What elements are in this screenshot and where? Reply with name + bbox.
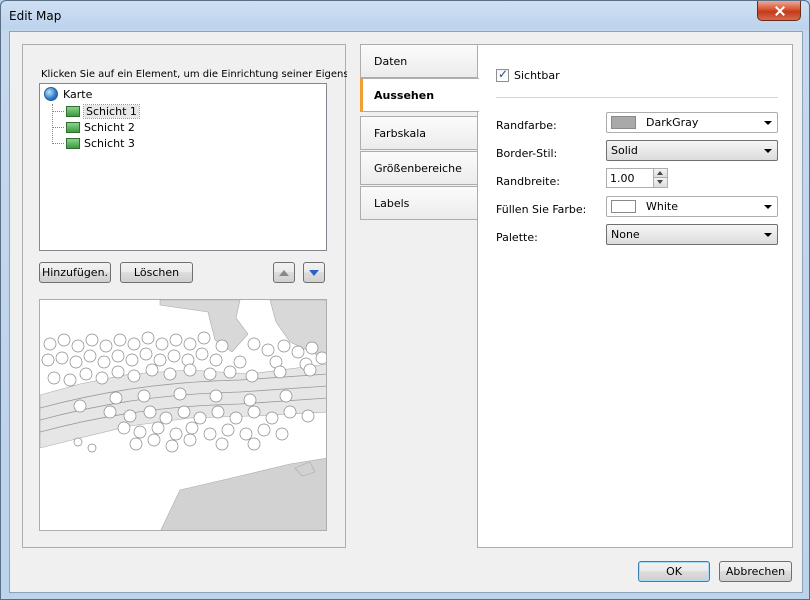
border-width-stepper[interactable]: 1.00: [606, 168, 668, 188]
instruction-text: Klicken Sie auf ein Element, um die Einr…: [41, 69, 347, 80]
cancel-button[interactable]: Abbrechen: [719, 561, 792, 582]
ok-button[interactable]: OK: [638, 561, 710, 582]
tree-item-karte[interactable]: Karte: [44, 86, 92, 102]
add-layer-button[interactable]: Hinzufügen.: [39, 262, 111, 283]
tree-item-schicht-2[interactable]: Schicht 2: [66, 119, 135, 135]
visible-checkbox[interactable]: [496, 67, 509, 82]
tree-connector: [52, 111, 64, 112]
spin-down-icon[interactable]: [653, 178, 667, 187]
globe-icon: [44, 87, 58, 101]
title-bar[interactable]: Edit Map: [1, 1, 809, 31]
color-swatch: [611, 200, 636, 213]
tab-label: Aussehen: [374, 88, 435, 102]
tree-item-schicht-3[interactable]: Schicht 3: [66, 135, 135, 151]
tree-item-label: Schicht 1: [83, 103, 140, 119]
tree-connector: [52, 104, 53, 144]
separator: [496, 97, 778, 98]
tree-item-label: Karte: [63, 87, 93, 101]
border-width-value: 1.00: [610, 172, 635, 185]
arrow-up-icon: [279, 269, 289, 276]
border-color-dropdown[interactable]: DarkGray: [606, 112, 778, 133]
tab-label: Daten: [374, 54, 408, 68]
border-color-value: DarkGray: [646, 116, 699, 129]
tab-label: Labels: [374, 196, 410, 210]
tab-labels[interactable]: Labels: [360, 186, 478, 220]
tab-farbskala[interactable]: Farbskala: [360, 116, 478, 150]
fill-color-label: Füllen Sie Farbe:: [496, 203, 587, 216]
border-style-label: Border-Stil:: [496, 147, 558, 160]
visible-label: Sichtbar: [514, 69, 560, 82]
chevron-down-icon: [764, 205, 772, 209]
tab-label: Farbskala: [374, 126, 427, 140]
arrow-down-icon: [309, 269, 319, 276]
layer-icon: [66, 105, 80, 117]
tab-label: Größenbereiche: [374, 161, 462, 175]
layer-icon: [66, 121, 80, 133]
color-swatch: [611, 116, 636, 129]
move-down-button[interactable]: [303, 262, 325, 283]
move-up-button[interactable]: [273, 262, 295, 283]
window-title: Edit Map: [9, 9, 62, 23]
border-width-label: Randbreite:: [496, 175, 560, 188]
tree-item-schicht-1[interactable]: Schicht 1: [66, 103, 140, 119]
palette-dropdown[interactable]: None: [606, 224, 778, 245]
close-icon[interactable]: [757, 1, 801, 21]
palette-label: Palette:: [496, 231, 538, 244]
layer-icon: [66, 137, 80, 149]
tab-groessenbereiche[interactable]: Größenbereiche: [360, 151, 478, 185]
layer-panel: Klicken Sie auf ein Element, um die Einr…: [22, 44, 347, 548]
delete-layer-button[interactable]: Löschen: [120, 262, 193, 283]
chevron-down-icon: [764, 233, 772, 237]
fill-color-dropdown[interactable]: White: [606, 196, 778, 217]
spin-up-icon[interactable]: [653, 169, 667, 178]
palette-value: None: [611, 228, 640, 241]
map-preview-graphic: [40, 300, 326, 530]
tree-item-label: Schicht 2: [84, 120, 135, 134]
layer-tree[interactable]: Karte Schicht 1 Schicht 2 Schicht 3: [39, 83, 327, 251]
chevron-down-icon: [764, 121, 772, 125]
fill-color-value: White: [646, 200, 678, 213]
dialog-client-area: Klicken Sie auf ein Element, um die Einr…: [9, 31, 803, 593]
border-color-label: Randfarbe:: [496, 119, 557, 132]
map-preview[interactable]: [39, 299, 327, 531]
tree-item-label: Schicht 3: [84, 136, 135, 150]
tab-daten[interactable]: Daten: [360, 44, 478, 78]
tree-connector: [52, 127, 64, 128]
border-style-value: Solid: [611, 144, 638, 157]
border-style-dropdown[interactable]: Solid: [606, 140, 778, 161]
chevron-down-icon: [764, 149, 772, 153]
tree-connector: [52, 143, 64, 144]
tab-aussehen[interactable]: Aussehen: [360, 78, 479, 112]
appearance-panel: Sichtbar Randfarbe: DarkGray Border-Stil…: [477, 44, 793, 548]
edit-map-window: Edit Map Klicken Sie auf ein Element, um…: [0, 0, 810, 600]
